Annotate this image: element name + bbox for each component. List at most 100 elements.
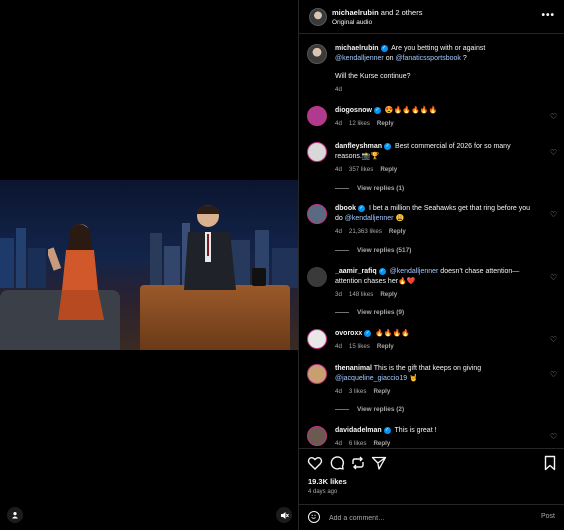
comment-time: 4d [335,388,342,395]
comment-username[interactable]: dbook [335,205,356,212]
comment-username[interactable]: _aamir_rafiq [335,268,377,275]
avatar[interactable] [307,106,327,126]
avatar[interactable] [307,142,327,162]
caption-text: on [385,55,394,62]
post-side-panel: michaelrubin and 2 others Original audio… [298,0,564,530]
post-comment-button[interactable]: Post [541,513,555,520]
comment-likes[interactable]: 15 likes [349,343,370,350]
view-replies-button[interactable]: View replies (9) [335,309,404,316]
comment-text: 😩 [395,215,405,222]
comment-username[interactable]: davidadelman [335,427,382,434]
caption-text: Are you betting with or against [391,45,486,52]
heart-icon: ♡ [549,273,557,282]
caption-time: 4d [335,86,342,93]
verified-badge-icon: ✓ [384,142,392,150]
mention-link[interactable]: @jacqueline_giaccio19 [335,375,407,382]
more-options-button[interactable]: ••• [541,10,555,21]
comment-likes[interactable]: 357 likes [349,166,373,173]
comment-username[interactable]: thenanimal [335,365,372,372]
comment-likes[interactable]: 148 likes [349,291,373,298]
mute-button[interactable] [276,507,292,523]
comment-likes[interactable]: 21,363 likes [349,228,382,235]
reply-button[interactable]: Reply [380,291,397,298]
video-frame[interactable] [0,180,298,350]
like-comment-button[interactable]: ♡ [550,148,557,157]
video-panel[interactable] [0,0,298,530]
comment-text: 🤘 [409,375,418,382]
verified-badge-icon: ✓ [373,106,381,114]
avatar[interactable] [307,426,327,446]
share-icon[interactable] [371,455,387,471]
like-comment-button[interactable]: ♡ [550,210,557,219]
comment-likes[interactable]: 6 likes [349,440,367,447]
avatar[interactable] [307,204,327,224]
view-replies-button[interactable]: View replies (1) [335,185,404,192]
mug [252,268,266,286]
add-comment-bar: Post [299,504,564,530]
mention-link[interactable]: @kendalljenner [390,268,439,275]
comment-likes[interactable]: 12 likes [349,120,370,127]
like-comment-button[interactable]: ♡ [550,273,557,282]
audio-label[interactable]: Original audio [332,19,372,26]
post-actions: 19.3K likes 4 days ago Post [299,448,564,530]
host-figure [184,205,236,290]
likes-count[interactable]: 19.3K likes [308,477,347,486]
smiley-face [311,514,317,519]
comment-text: This is great ! [394,427,437,434]
comments-list[interactable]: michaelrubin ✓ Are you betting with or ag… [299,38,564,448]
post-header: michaelrubin and 2 others Original audio… [299,0,564,34]
guest-figure [48,224,104,320]
avatar[interactable] [307,364,327,384]
like-comment-button[interactable]: ♡ [550,335,557,344]
avatar[interactable] [307,267,327,287]
reply-button[interactable]: Reply [373,440,390,447]
emoji-icon[interactable] [308,511,320,523]
heart-icon: ♡ [549,148,557,157]
like-comment-button[interactable]: ♡ [550,432,557,441]
reply-button[interactable]: Reply [373,388,390,395]
collaborators-text[interactable]: and 2 others [381,8,423,17]
repost-icon[interactable] [350,455,366,471]
more-icon: ••• [541,10,555,21]
reply-button[interactable]: Reply [380,166,397,173]
comment-time: 4d [335,120,342,127]
comment-likes[interactable]: 3 likes [349,388,367,395]
bookmark-icon[interactable] [542,455,558,471]
comment-icon[interactable] [329,455,345,471]
author-username[interactable]: michaelrubin [332,8,379,17]
view-replies-button[interactable]: View replies (2) [335,406,404,413]
like-comment-button[interactable]: ♡ [550,370,557,379]
avatar[interactable] [307,329,327,349]
heart-icon: ♡ [549,112,557,121]
mute-icon [280,511,289,519]
mention-link[interactable]: @kendalljenner [335,55,384,62]
post-date: 4 days ago [308,489,338,495]
verified-badge-icon: ✓ [380,44,388,52]
comment-text: This is the gift that keeps on giving [373,365,482,372]
verified-badge-icon: ✓ [378,267,386,275]
heart-icon: ♡ [549,335,557,344]
comment-time: 4d [335,440,342,447]
reply-button[interactable]: Reply [377,120,394,127]
verified-badge-icon: ✓ [383,426,391,434]
comment-username[interactable]: ovoroxx [335,330,362,337]
comment-input[interactable] [329,509,519,527]
verified-badge-icon: ✓ [364,329,372,337]
reply-button[interactable]: Reply [377,343,394,350]
heart-icon[interactable] [307,455,323,471]
comment-text: 🔥🔥🔥🔥 [375,330,411,337]
avatar[interactable] [309,8,327,26]
reply-button[interactable]: Reply [389,228,406,235]
user-icon [12,512,18,519]
tagged-users-button[interactable] [7,507,23,523]
comment-username[interactable]: diogosnow [335,107,372,114]
caption-username[interactable]: michaelrubin [335,45,379,52]
caption-text: ? [462,55,467,62]
mention-link[interactable]: @fanaticssportsbook [395,55,460,62]
post-author[interactable]: michaelrubin and 2 others [332,8,422,17]
like-comment-button[interactable]: ♡ [550,112,557,121]
view-replies-button[interactable]: View replies (517) [335,247,411,254]
comment-username[interactable]: danfleyshman [335,143,382,150]
mention-link[interactable]: @kendalljenner [345,215,394,222]
avatar[interactable] [307,44,327,64]
